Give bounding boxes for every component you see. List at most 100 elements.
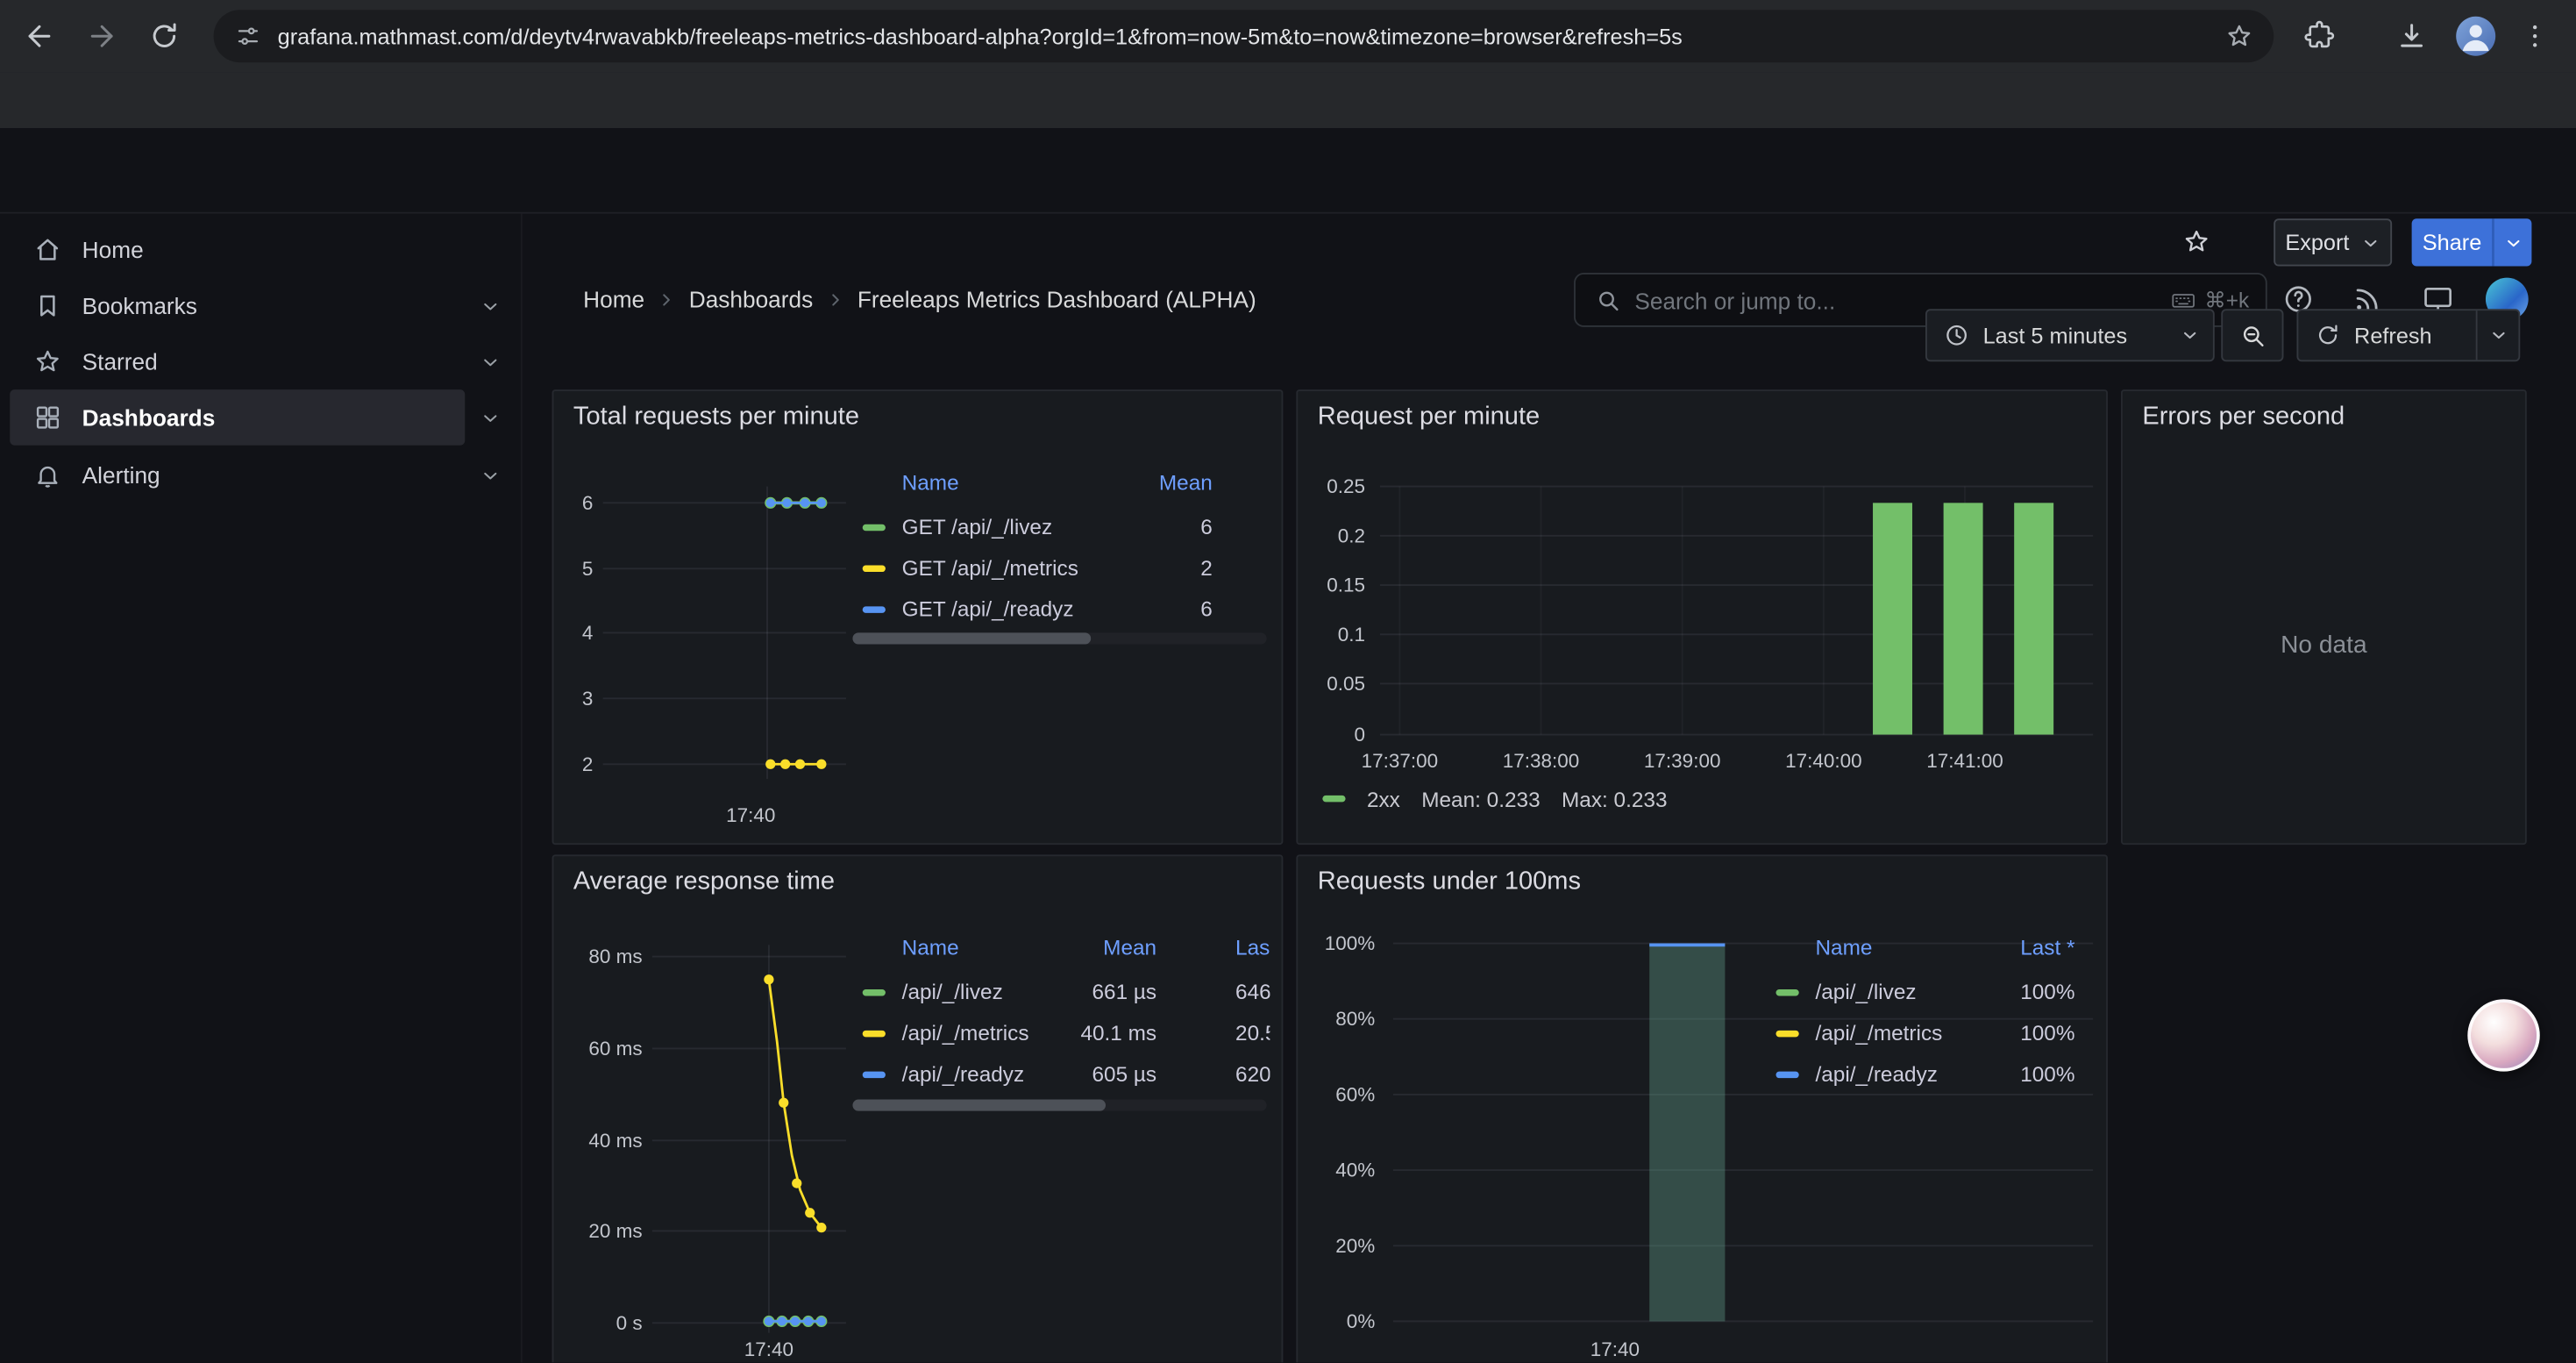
panel-request-per-minute: Request per minute 0.25 0.2 0.15 0.1 0.0… — [1296, 389, 2108, 845]
forward-icon[interactable] — [85, 19, 117, 52]
panel-total-requests-per-minute: Total requests per minute 6 5 4 3 2 17:4… — [552, 389, 1284, 845]
series-last-value: 100% — [1944, 1061, 2075, 1086]
panel-average-response-time: Average response time 80 ms 60 ms 40 ms … — [552, 854, 1284, 1363]
sidebar-item-label: Dashboards — [82, 404, 216, 431]
y-axis-tick: 0% — [1299, 1309, 1375, 1332]
refresh-split-button: Refresh — [2296, 309, 2520, 361]
legend-row: /api/_/readyz 100% — [1763, 1053, 2092, 1095]
y-axis-tick: 40% — [1299, 1159, 1375, 1181]
series-mean-value: 40.1 ms — [1025, 1021, 1156, 1045]
series-name[interactable]: /api/_/metrics — [902, 1021, 1029, 1045]
series-color-dash — [863, 1031, 886, 1037]
extensions-icon[interactable] — [2303, 19, 2336, 52]
breadcrumb-home[interactable]: Home — [583, 286, 644, 312]
legend-col-last[interactable]: Last * — [1235, 935, 1270, 960]
favorite-star-icon[interactable] — [2181, 227, 2211, 257]
time-range-picker[interactable]: Last 5 minutes — [1925, 309, 2215, 361]
back-icon[interactable] — [23, 19, 55, 52]
sidebar-item-starred[interactable]: Starred — [10, 333, 465, 389]
series-name[interactable]: GET /api/_/metrics — [902, 555, 1078, 580]
series-name[interactable]: /api/_/metrics — [1815, 1021, 1942, 1045]
legend-col-mean[interactable]: Mean — [1081, 470, 1213, 495]
legend-row: /api/_/livez 661 µs 646 — [852, 971, 1270, 1012]
y-axis-tick: 40 ms — [557, 1129, 642, 1152]
chevron-down-icon[interactable] — [473, 278, 506, 334]
series-last-value: 620 — [1235, 1061, 1270, 1086]
legend-col-mean[interactable]: Mean — [1025, 935, 1156, 960]
series-name[interactable]: /api/_/livez — [1815, 980, 1916, 1004]
refresh-interval-caret[interactable] — [2478, 310, 2519, 360]
legend-header: Name Mean — [852, 470, 1270, 496]
legend-col-name[interactable]: Name — [902, 935, 959, 960]
x-axis-tick: 17:39:00 — [1633, 749, 1731, 772]
grafana-header: Grafana Home Dashboards Freeleaps Metric… — [0, 128, 2576, 213]
browser-toolbar: grafana.mathmast.com/d/deytv4rwavabkb/fr… — [0, 0, 2576, 72]
series-last-value: 20.5 m — [1235, 1021, 1270, 1045]
y-axis-tick: 6 — [553, 491, 593, 514]
chevron-down-icon[interactable] — [473, 447, 506, 503]
y-axis-tick: 4 — [553, 621, 593, 644]
y-axis-tick: 20% — [1299, 1234, 1375, 1257]
chevron-down-icon[interactable] — [473, 333, 506, 389]
x-axis-tick: 17:40:00 — [1775, 749, 1873, 772]
series-name[interactable]: 2xx — [1367, 787, 1400, 811]
y-axis-tick: 2 — [553, 753, 593, 775]
panel-title[interactable]: Errors per second — [2142, 403, 2345, 432]
bookmark-icon — [32, 291, 62, 321]
bell-icon — [32, 460, 62, 490]
sidebar-item-bookmarks[interactable]: Bookmarks — [10, 278, 465, 334]
breadcrumb: Home Dashboards Freeleaps Metrics Dashbo… — [583, 256, 1256, 341]
sidebar-item-dashboards[interactable]: Dashboards — [10, 389, 465, 446]
sidebar-item-alerting[interactable]: Alerting — [10, 447, 465, 503]
site-info-icon[interactable] — [235, 23, 261, 49]
x-axis-tick: 17:37:00 — [1350, 749, 1448, 772]
legend-row: /api/_/readyz 605 µs 620 — [852, 1053, 1270, 1095]
y-axis-tick: 80% — [1299, 1008, 1375, 1031]
reload-icon[interactable] — [148, 19, 181, 52]
legend-col-name[interactable]: Name — [1815, 935, 1872, 960]
share-split-button: Share — [2412, 218, 2532, 266]
y-axis-tick: 60 ms — [557, 1037, 642, 1060]
sidebar-item-label: Bookmarks — [82, 293, 197, 319]
refresh-label: Refresh — [2354, 323, 2432, 347]
bar-chart — [1298, 856, 2108, 1363]
profile-icon[interactable] — [2456, 17, 2495, 56]
series-name[interactable]: /api/_/readyz — [902, 1061, 1024, 1086]
export-button[interactable]: Export — [2274, 218, 2392, 266]
chevron-down-icon[interactable] — [473, 389, 506, 446]
series-name[interactable]: /api/_/livez — [902, 980, 1003, 1004]
sidebar-item-label: Starred — [82, 348, 158, 375]
legend-scrollbar[interactable] — [852, 1100, 1266, 1111]
series-mean-value: 2 — [1081, 555, 1213, 580]
legend-scrollbar[interactable] — [852, 632, 1266, 644]
sidebar-item-home[interactable]: Home — [10, 222, 465, 278]
series-mean-value: 6 — [1081, 596, 1213, 621]
legend-table: Name Mean GET /api/_/livez 6 GET /api/_/… — [852, 470, 1270, 634]
series-name[interactable]: GET /api/_/livez — [902, 514, 1053, 539]
x-axis-tick: 17:41:00 — [1916, 749, 2014, 772]
bookmark-star-icon[interactable] — [2224, 21, 2254, 51]
zoom-out-button[interactable] — [2221, 309, 2283, 361]
assistant-avatar[interactable] — [2467, 999, 2539, 1071]
share-caret-button[interactable] — [2494, 218, 2531, 266]
x-axis-tick: 17:40 — [711, 803, 790, 826]
legend-col-name[interactable]: Name — [902, 470, 959, 495]
x-axis-tick: 17:40 — [1576, 1338, 1654, 1360]
share-button[interactable]: Share — [2412, 218, 2493, 266]
series-name[interactable]: /api/_/readyz — [1815, 1061, 1937, 1086]
series-name[interactable]: GET /api/_/readyz — [902, 596, 1074, 621]
url-bar[interactable]: grafana.mathmast.com/d/deytv4rwavabkb/fr… — [214, 10, 2274, 62]
refresh-button[interactable]: Refresh — [2298, 310, 2475, 360]
series-color-dash — [863, 989, 886, 995]
menu-icon[interactable] — [2518, 19, 2551, 52]
bookmarks-bar: Freeleaps 收藏博客 — [0, 72, 2576, 128]
downloads-icon[interactable] — [2395, 19, 2428, 52]
series-color-dash — [863, 1072, 886, 1078]
legend-table: Name Last * /api/_/livez 100% /api/_/met… — [1763, 935, 2092, 1099]
legend-row: /api/_/metrics 40.1 ms 20.5 m — [852, 1012, 1270, 1053]
series-last-value: 100% — [1944, 980, 2075, 1004]
legend-col-last[interactable]: Last * — [1944, 935, 2075, 960]
clock-icon — [1944, 322, 1970, 348]
breadcrumb-dashboards[interactable]: Dashboards — [689, 286, 813, 312]
sidebar-item-label: Home — [82, 237, 144, 263]
